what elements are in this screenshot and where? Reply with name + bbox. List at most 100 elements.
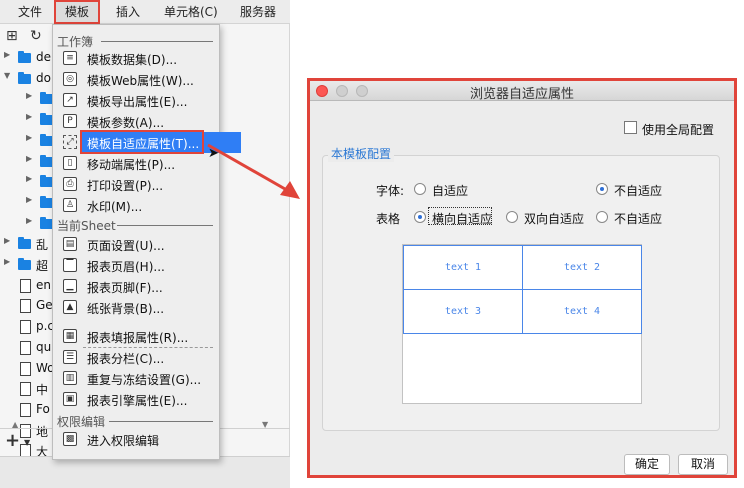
- menu-item-label: 页面设置(U)...: [87, 239, 165, 253]
- menu-item-label: 报表页眉(H)...: [87, 260, 165, 274]
- table-horizontal-radio[interactable]: [414, 211, 426, 223]
- chevron-down-icon[interactable]: ▼: [24, 438, 30, 447]
- folder-icon: [18, 237, 31, 250]
- tree-item-label: en: [36, 277, 51, 292]
- menu-item-stamp[interactable]: ♙ 水印(M)...: [53, 195, 219, 216]
- chevron-right-icon[interactable]: ▶: [26, 91, 32, 100]
- menu-insert[interactable]: 插入: [116, 0, 140, 24]
- menu-item-engine[interactable]: ▣ 报表引擎属性(E)...: [53, 389, 219, 410]
- sheet-tab-bar: [0, 456, 290, 488]
- page-setup-icon: ▤: [63, 237, 77, 251]
- file-icon: [20, 382, 31, 397]
- ok-button[interactable]: 确定: [624, 454, 670, 475]
- menu-item-database[interactable]: ≡ 模板数据集(D)...: [53, 48, 219, 69]
- menu-item-label: 模板导出属性(E)...: [87, 95, 188, 109]
- section-permission: 权限编辑: [57, 415, 106, 429]
- adaptive-properties-dialog: 浏览器自适应属性 使用全局配置 本模板配置 字体: 自适应 不自适应 表格 横向…: [310, 81, 734, 475]
- new-folder-icon[interactable]: ⊞: [6, 28, 18, 44]
- selected-item-highlight: [80, 130, 204, 154]
- menu-item-footer[interactable]: ▁ 报表页脚(F)...: [53, 276, 219, 297]
- font-not-adaptive-radio[interactable]: [596, 183, 608, 195]
- chevron-right-icon[interactable]: ▶: [4, 257, 10, 266]
- file-icon: [20, 402, 31, 417]
- callout-arrow-icon: [207, 143, 300, 199]
- section-divider: [101, 41, 213, 42]
- layout-preview: text 1 text 2 text 3 text 4: [402, 244, 642, 404]
- adaptive-icon: ⤢: [63, 135, 77, 149]
- cancel-button[interactable]: 取消: [678, 454, 728, 475]
- tree-item-label: 超: [36, 259, 49, 273]
- menu-cell[interactable]: 单元格(C): [164, 0, 218, 24]
- section-divider: [117, 225, 213, 226]
- menu-item-permission[interactable]: ▩ 进入权限编辑: [53, 429, 219, 450]
- menu-template[interactable]: 模板: [54, 0, 101, 24]
- folder-icon: [18, 51, 31, 63]
- file-icon: [20, 278, 31, 293]
- chevron-right-icon[interactable]: ▶: [4, 236, 10, 245]
- file-icon: [20, 361, 31, 376]
- menu-item-label: 重复与冻结设置(G)...: [87, 373, 202, 387]
- file-icon: [20, 299, 31, 314]
- menu-item-form[interactable]: ▦ 报表填报属性(R)...: [53, 326, 219, 347]
- stamp-icon: ♙: [63, 198, 77, 212]
- menu-item-image[interactable]: ▲ 纸张背景(B)...: [53, 297, 219, 318]
- table-not-adaptive-radio[interactable]: [596, 211, 608, 223]
- permission-icon: ▩: [63, 432, 77, 446]
- template-menu-dropdown: 工作簿 当前Sheet 权限编辑 ≡ 模板数据集(D)... ◎ 模板Web属性(W)…: [52, 24, 241, 460]
- dialog-titlebar: 浏览器自适应属性: [310, 81, 734, 102]
- chevron-right-icon[interactable]: ▶: [26, 174, 32, 183]
- parameter-icon: P: [63, 114, 77, 128]
- menu-item-label: 移动端属性(P)...: [87, 158, 176, 172]
- chevron-down-icon[interactable]: ▼: [4, 71, 10, 80]
- table-bidirectional-radio[interactable]: [506, 211, 518, 223]
- menu-file[interactable]: 文件: [18, 0, 42, 24]
- menu-item-mobile[interactable]: ▯ 移动端属性(P)...: [53, 153, 219, 174]
- preview-cell: text 4: [522, 289, 642, 334]
- chevron-right-icon[interactable]: ▶: [26, 195, 32, 204]
- menu-item-label: 纸张背景(B)...: [87, 302, 165, 316]
- tree-item-label: 乱: [36, 238, 49, 253]
- section-divider: [109, 421, 213, 422]
- chevron-right-icon[interactable]: ▶: [4, 50, 10, 59]
- export-icon: ↗: [63, 93, 77, 107]
- menu-item-freeze[interactable]: ▥ 重复与冻结设置(G)...: [53, 368, 219, 389]
- menu-item-label: 模板参数(A)...: [87, 116, 165, 130]
- section-current-sheet: 当前Sheet: [57, 219, 116, 233]
- preview-cell: text 2: [522, 245, 642, 290]
- tree-item-label: qu: [36, 339, 52, 354]
- menu-item-label: 报表分栏(C)...: [87, 352, 165, 366]
- refresh-icon[interactable]: ↻: [30, 28, 42, 44]
- menu-item-page-setup[interactable]: ▤ 页面设置(U)...: [53, 234, 219, 255]
- tree-item-label: 中: [36, 383, 49, 398]
- menu-item-export[interactable]: ↗ 模板导出属性(E)...: [53, 90, 219, 111]
- preview-cell: text 1: [403, 245, 523, 290]
- global-config-checkbox[interactable]: [624, 121, 637, 134]
- menu-item-parameter[interactable]: P 模板参数(A)...: [53, 111, 219, 132]
- menu-item-header[interactable]: ▔ 报表页眉(H)...: [53, 255, 219, 276]
- freeze-icon: ▥: [63, 371, 77, 385]
- table-label: 表格: [376, 212, 401, 226]
- chevron-right-icon[interactable]: ▶: [26, 112, 32, 121]
- table-horizontal-label: 横向自适应: [432, 212, 493, 226]
- menu-item-printer[interactable]: ⎙ 打印设置(P)...: [53, 174, 219, 195]
- chevron-right-icon[interactable]: ▶: [26, 154, 32, 163]
- globe-icon: ◎: [63, 72, 77, 86]
- group-title: 本模板配置: [328, 145, 395, 162]
- menu-server[interactable]: 服务器: [240, 0, 276, 24]
- menu-item-label: 报表引擎属性(E)...: [87, 394, 188, 408]
- menu-item-columns[interactable]: ☰ 报表分栏(C)...: [53, 347, 219, 368]
- header-icon: ▔: [63, 258, 77, 272]
- menu-item-label: 水印(M)...: [87, 200, 143, 214]
- tree-item-label: de: [36, 50, 51, 64]
- font-adaptive-radio[interactable]: [414, 183, 426, 195]
- menu-item-label: 模板数据集(D)...: [87, 53, 178, 67]
- menu-bar: 文件 模板 插入 单元格(C) 服务器: [0, 0, 290, 24]
- add-icon[interactable]: +: [5, 430, 20, 451]
- menu-item-label: 报表填报属性(R)...: [87, 331, 189, 345]
- menu-item-globe[interactable]: ◎ 模板Web属性(W)...: [53, 69, 219, 90]
- chevron-right-icon[interactable]: ▶: [26, 216, 32, 225]
- menu-item-label: 模板Web属性(W)...: [87, 74, 194, 88]
- chevron-right-icon[interactable]: ▶: [26, 133, 32, 142]
- global-config-label: 使用全局配置: [642, 123, 715, 137]
- preview-cell: text 3: [403, 289, 523, 334]
